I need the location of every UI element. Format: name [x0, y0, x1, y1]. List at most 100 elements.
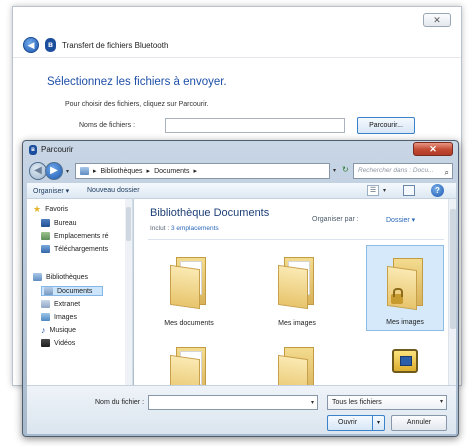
file-list-pane: Bibliothèque Documents Inclut : 3 emplac…: [134, 199, 456, 385]
libraries-icon: [33, 273, 42, 281]
nav-scrollbar[interactable]: [125, 199, 132, 385]
program-tile[interactable]: [366, 335, 444, 385]
breadcrumb-documents[interactable]: Documents: [154, 168, 189, 175]
nav-item-label: Favoris: [45, 205, 69, 213]
preview-pane-icon[interactable]: [403, 185, 415, 196]
nav-item-extranet[interactable]: Extranet: [41, 300, 80, 308]
nav-item-downloads[interactable]: Téléchargements: [41, 245, 108, 253]
file-names-label: Noms de fichiers :: [79, 122, 136, 129]
arrange-by-dropdown[interactable]: Dossier ▾: [386, 216, 415, 224]
nav-item-music[interactable]: ♪ Musique: [41, 326, 76, 335]
recent-places-icon: [41, 232, 50, 240]
filename-dropdown-icon[interactable]: ▾: [311, 399, 314, 406]
organise-menu-button[interactable]: Organiser ▾: [33, 187, 69, 195]
content-scrollbar-thumb[interactable]: [450, 209, 456, 329]
browse-dialog: ʙ Parcourir ✕ ◀ ▶ ▾ ▸ Bibliothèques ▸ Do…: [22, 140, 459, 437]
arrange-by-label: Organiser par :: [312, 216, 359, 223]
includes-link[interactable]: 3 emplacements: [171, 225, 219, 232]
folder-tile[interactable]: [150, 335, 228, 385]
nav-item-label: Bureau: [54, 219, 77, 227]
wizard-body: Sélectionnez les fichiers à envoyer. Pou…: [13, 57, 461, 147]
folder-icon: [387, 258, 423, 311]
open-options-dropdown-icon[interactable]: ▾: [372, 416, 384, 430]
view-options-icon[interactable]: ☰: [367, 185, 379, 196]
folder-name: Mes documents: [164, 320, 214, 327]
help-icon[interactable]: ?: [431, 184, 444, 197]
cancel-button[interactable]: Annuler: [391, 415, 447, 431]
nav-item-label: Vidéos: [54, 339, 76, 347]
view-dropdown-icon[interactable]: ▾: [383, 187, 386, 194]
nav-item-videos[interactable]: Vidéos: [41, 339, 75, 347]
folder-icon: [278, 347, 314, 385]
dialog-title: Parcourir: [41, 145, 74, 154]
nav-scrollbar-thumb[interactable]: [126, 207, 131, 241]
file-type-select[interactable]: Tous les fichiers ▾: [327, 395, 447, 410]
extranet-icon: [41, 300, 50, 308]
images-icon: [41, 313, 50, 321]
wizard-close-button[interactable]: ✕: [423, 13, 451, 27]
filename-input[interactable]: ▾: [148, 395, 318, 410]
library-title: Bibliothèque Documents: [150, 207, 270, 219]
search-placeholder: Rechercher dans : Docu...: [358, 167, 434, 174]
file-names-input[interactable]: [165, 118, 345, 133]
file-type-value: Tous les fichiers: [332, 399, 382, 406]
control-panel-icon: [392, 349, 418, 373]
navigation-pane: ★ Favoris Bureau Emplacements ré Télécha…: [27, 199, 133, 385]
nav-item-label: Documents: [57, 287, 93, 295]
videos-icon: [41, 339, 50, 347]
address-dropdown-icon[interactable]: ▾: [333, 167, 336, 174]
filename-label: Nom du fichier :: [95, 399, 145, 406]
nav-item-images[interactable]: Images: [41, 313, 77, 321]
wizard-title: Transfert de fichiers Bluetooth: [62, 40, 169, 50]
refresh-icon[interactable]: ↻: [342, 165, 349, 174]
breadcrumb-separator: ▸: [93, 168, 97, 175]
nav-item-label: Emplacements ré: [54, 232, 109, 240]
breadcrumb-libraries[interactable]: Bibliothèques: [101, 168, 143, 175]
breadcrumb[interactable]: ▸ Bibliothèques ▸ Documents ▸: [75, 163, 330, 179]
folder-tile-mes-images[interactable]: Mes images: [258, 245, 336, 331]
address-bar: ◀ ▶ ▾ ▸ Bibliothèques ▸ Documents ▸ ▾ ↻ …: [27, 160, 456, 182]
star-icon: ★: [33, 204, 42, 214]
open-button[interactable]: Ouvrir ▾: [327, 415, 385, 431]
nav-item-label: Musique: [49, 326, 76, 334]
breadcrumb-separator: ▸: [146, 168, 151, 175]
nav-item-desktop[interactable]: Bureau: [41, 219, 77, 227]
back-arrow-icon[interactable]: ◀: [23, 37, 39, 53]
command-toolbar: Organiser ▾ Nouveau dossier ☰ ▾ ?: [27, 183, 456, 199]
content-scrollbar[interactable]: [448, 199, 456, 385]
folder-tile-mes-images-shared[interactable]: Mes images: [366, 245, 444, 331]
dialog-close-button[interactable]: ✕: [413, 142, 453, 156]
nav-item-favorites[interactable]: ★ Favoris: [33, 204, 69, 214]
wizard-instruction: Pour choisir des fichiers, cliquez sur P…: [65, 101, 209, 108]
bluetooth-icon: ʙ: [45, 38, 56, 52]
nav-item-label: Bibliothèques: [46, 273, 89, 281]
dialog-footer: Nom du fichier : ▾ Tous les fichiers ▾ O…: [27, 385, 456, 434]
divider: [148, 239, 444, 240]
browse-button[interactable]: Parcourir...: [357, 117, 415, 134]
nav-item-documents[interactable]: Documents: [41, 286, 104, 296]
open-button-label: Ouvrir: [338, 419, 358, 426]
forward-icon[interactable]: ▶: [45, 162, 63, 180]
folder-tile-mes-documents[interactable]: Mes documents: [150, 245, 228, 331]
nav-item-libraries[interactable]: Bibliothèques: [33, 273, 88, 281]
includes-prefix: Inclut :: [150, 225, 171, 232]
dialog-titlebar: ʙ Parcourir ✕: [23, 141, 458, 159]
folder-name: Mes images: [278, 320, 316, 327]
file-type-dropdown-icon: ▾: [439, 399, 443, 405]
nav-item-recent-places[interactable]: Emplacements ré: [41, 232, 108, 240]
library-includes: Inclut : 3 emplacements: [150, 225, 219, 232]
nav-item-label: Images: [54, 313, 77, 321]
search-input[interactable]: Rechercher dans : Docu... ⌕: [353, 163, 453, 179]
new-folder-button[interactable]: Nouveau dossier: [87, 187, 140, 194]
folder-icon: [170, 257, 206, 310]
nav-item-label: Téléchargements: [54, 245, 109, 253]
folder-tile[interactable]: [258, 335, 336, 385]
lock-icon: [391, 288, 403, 304]
folder-icon: [278, 257, 314, 310]
downloads-icon: [41, 245, 50, 253]
breadcrumb-separator: ▸: [193, 168, 197, 175]
recent-pages-dropdown-icon[interactable]: ▾: [66, 168, 69, 175]
desktop-icon: [41, 219, 50, 227]
search-icon[interactable]: ⌕: [445, 166, 449, 180]
wizard-header: ◀ ʙ Transfert de fichiers Bluetooth: [23, 37, 168, 53]
